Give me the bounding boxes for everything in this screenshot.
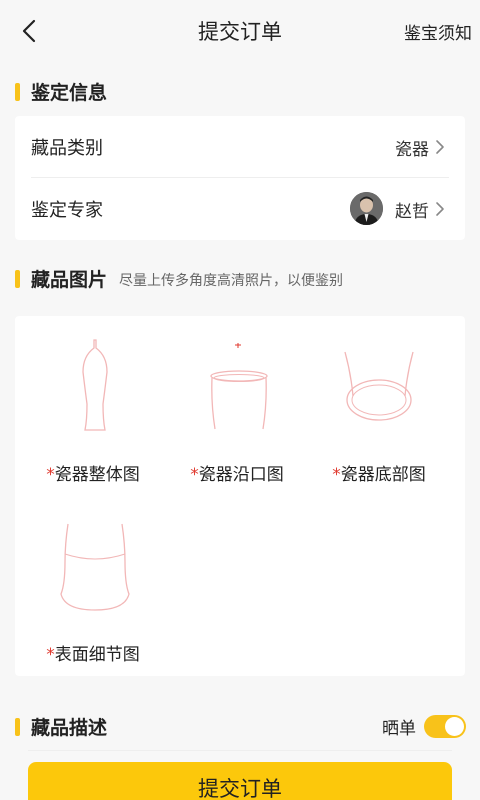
submit-order-button[interactable]: 提交订单	[28, 762, 452, 800]
appraisal-notice-link[interactable]: 鉴宝须知	[404, 19, 472, 44]
photos-hint: 尽量上传多角度高清照片，以便鉴别	[119, 273, 344, 289]
appraisal-info-card: 藏品类别 瓷器 鉴定专家 赵哲	[15, 116, 465, 240]
nav-bar: 提交订单 鉴宝须知	[0, 0, 480, 62]
expert-row[interactable]: 鉴定专家 赵哲	[15, 178, 465, 240]
section-title: 藏品描述	[31, 717, 108, 739]
category-row[interactable]: 藏品类别 瓷器	[15, 116, 465, 178]
section-accent-bar	[15, 82, 20, 101]
photos-header: 藏品图片 尽量上传多角度高清照片，以便鉴别	[0, 265, 480, 292]
expert-name: 赵哲	[395, 201, 429, 222]
photo-slot-detail[interactable]: *表面细节图	[23, 514, 163, 674]
vase-rim-icon	[210, 343, 268, 430]
photo-label: *瓷器整体图	[46, 465, 140, 485]
photo-label: *表面细节图	[46, 645, 140, 665]
toggle-knob	[445, 717, 464, 736]
expert-avatar	[350, 192, 383, 225]
section-divider	[28, 750, 452, 751]
photo-label: *瓷器底部图	[332, 465, 426, 485]
category-label: 藏品类别	[31, 138, 103, 159]
chevron-right-icon	[436, 140, 444, 154]
section-title: 藏品图片	[31, 269, 108, 291]
section-accent-bar	[15, 269, 20, 288]
share-toggle-label: 晒单	[382, 719, 416, 739]
appraisal-info-header: 鉴定信息	[0, 78, 480, 105]
photo-slot-whole[interactable]: *瓷器整体图	[23, 334, 163, 494]
vase-outline-icon	[82, 339, 108, 431]
category-value: 瓷器	[395, 139, 429, 160]
photos-card: *瓷器整体图 *瓷器沿口图 *瓷器底部图 *表面细节图	[15, 316, 465, 676]
share-toggle-group: 晒单	[382, 714, 466, 739]
photo-slot-bottom[interactable]: *瓷器底部图	[309, 334, 449, 494]
surface-detail-icon	[60, 523, 130, 611]
vase-bottom-icon	[344, 351, 414, 421]
share-toggle[interactable]	[424, 715, 466, 738]
section-accent-bar	[15, 717, 20, 736]
expert-label: 鉴定专家	[31, 200, 103, 221]
section-title: 鉴定信息	[31, 82, 108, 104]
chevron-right-icon	[436, 202, 444, 216]
photo-slot-rim[interactable]: *瓷器沿口图	[167, 334, 307, 494]
photo-label: *瓷器沿口图	[190, 465, 284, 485]
